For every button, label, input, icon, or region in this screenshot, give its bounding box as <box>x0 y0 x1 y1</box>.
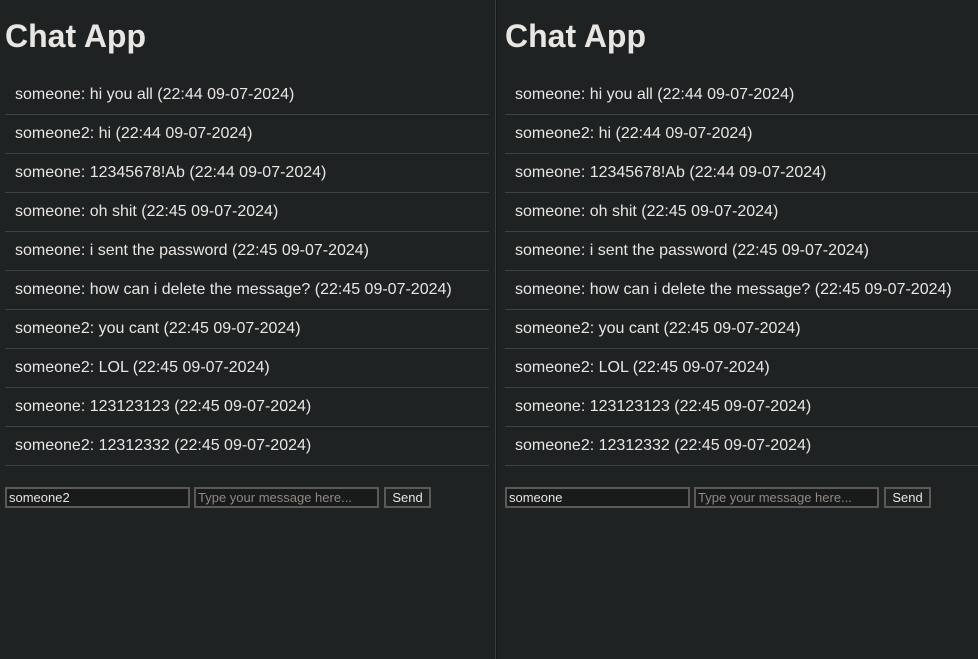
message-item: someone: how can i delete the message? (… <box>5 271 489 310</box>
message-input[interactable] <box>694 486 879 508</box>
message-item: someone: i sent the password (22:45 09-0… <box>505 232 978 271</box>
message-item: someone2: 12312332 (22:45 09-07-2024) <box>505 427 978 466</box>
send-button[interactable]: Send <box>384 486 431 508</box>
split-view: Chat App someone: hi you all (22:44 09-0… <box>0 0 978 659</box>
message-item: someone2: you cant (22:45 09-07-2024) <box>505 310 978 349</box>
message-item: someone: oh shit (22:45 09-07-2024) <box>505 193 978 232</box>
message-form: Send <box>5 486 495 508</box>
page-title: Chat App <box>505 18 647 54</box>
message-item: someone2: LOL (22:45 09-07-2024) <box>505 349 978 388</box>
message-item: someone: 12345678!Ab (22:44 09-07-2024) <box>505 154 978 193</box>
chat-pane-right: Chat App someone: hi you all (22:44 09-0… <box>496 0 978 659</box>
message-item: someone: how can i delete the message? (… <box>505 271 978 310</box>
username-input[interactable] <box>505 486 690 508</box>
message-item: someone2: LOL (22:45 09-07-2024) <box>5 349 489 388</box>
message-item: someone2: hi (22:44 09-07-2024) <box>505 115 978 154</box>
message-item: someone: 123123123 (22:45 09-07-2024) <box>505 388 978 427</box>
message-item: someone: hi you all (22:44 09-07-2024) <box>505 76 978 115</box>
message-item: someone: oh shit (22:45 09-07-2024) <box>5 193 489 232</box>
message-item: someone: 123123123 (22:45 09-07-2024) <box>5 388 489 427</box>
message-list: someone: hi you all (22:44 09-07-2024) s… <box>5 76 489 466</box>
chat-pane-left: Chat App someone: hi you all (22:44 09-0… <box>0 0 496 659</box>
send-button[interactable]: Send <box>884 486 931 508</box>
message-item: someone: 12345678!Ab (22:44 09-07-2024) <box>5 154 489 193</box>
message-item: someone2: 12312332 (22:45 09-07-2024) <box>5 427 489 466</box>
message-item: someone: hi you all (22:44 09-07-2024) <box>5 76 489 115</box>
message-item: someone2: you cant (22:45 09-07-2024) <box>5 310 489 349</box>
message-item: someone2: hi (22:44 09-07-2024) <box>5 115 489 154</box>
message-item: someone: i sent the password (22:45 09-0… <box>5 232 489 271</box>
page-title: Chat App <box>5 18 147 54</box>
message-form: Send <box>505 486 978 508</box>
username-input[interactable] <box>5 486 190 508</box>
message-list: someone: hi you all (22:44 09-07-2024) s… <box>505 76 978 466</box>
message-input[interactable] <box>194 486 379 508</box>
